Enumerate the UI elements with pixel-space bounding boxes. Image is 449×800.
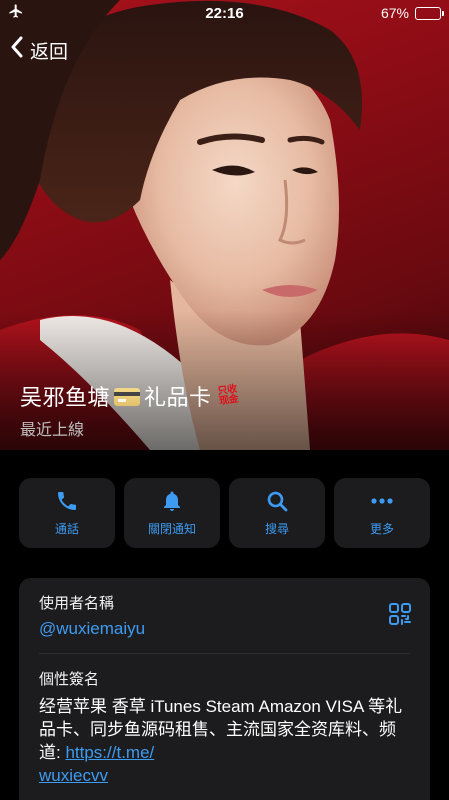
chevron-left-icon xyxy=(10,36,24,64)
more-button-label: 更多 xyxy=(369,522,394,536)
bell-icon xyxy=(160,489,184,513)
profile-header: 吴邪鱼塘 礼品卡 只收现金 最近上線 xyxy=(20,380,240,440)
qr-code-button[interactable] xyxy=(388,602,412,631)
mute-button-label: 關閉通知 xyxy=(147,522,196,536)
battery-icon xyxy=(415,6,444,20)
more-button[interactable]: 更多 xyxy=(334,478,430,548)
profile-name: 吴邪鱼塘 礼品卡 只收现金 xyxy=(20,380,240,412)
action-row: 通話 關閉通知 搜尋 更多 xyxy=(19,478,430,548)
profile-name-text: 吴邪鱼塘 xyxy=(20,385,111,410)
mute-button[interactable]: 關閉通知 xyxy=(124,478,220,548)
airplane-icon xyxy=(8,3,24,23)
credit-card-icon xyxy=(114,388,141,406)
back-button[interactable]: 返回 xyxy=(10,36,68,64)
more-icon xyxy=(369,489,395,513)
search-icon xyxy=(265,489,289,513)
qr-code-icon xyxy=(388,603,412,630)
call-button[interactable]: 通話 xyxy=(19,478,115,548)
bio-link-line2: wuxiecvv xyxy=(39,766,108,785)
bio-label: 個性簽名 xyxy=(39,671,100,688)
cash-only-sticker: 只收现金 xyxy=(216,383,239,408)
call-button-label: 通話 xyxy=(54,522,79,536)
battery-percent: 67% xyxy=(380,5,409,21)
search-button[interactable]: 搜尋 xyxy=(229,478,325,548)
divider xyxy=(39,653,410,654)
battery-indicator: 67% xyxy=(380,5,444,21)
last-seen-status: 最近上線 xyxy=(20,422,85,439)
username-label: 使用者名稱 xyxy=(39,595,115,612)
status-bar: 22:16 67% xyxy=(0,0,449,26)
bio-link-line1: https://t.me/ xyxy=(65,743,155,762)
search-button-label: 搜尋 xyxy=(264,522,289,536)
profile-name-suffix: 礼品卡 xyxy=(144,385,212,410)
phone-icon xyxy=(55,489,79,513)
username-value[interactable]: @wuxiemaiyu xyxy=(39,619,410,639)
back-label: 返回 xyxy=(30,41,69,63)
info-card: 使用者名稱 @wuxiemaiyu 個性簽名 经营苹果 香草 iTunes St… xyxy=(19,578,430,800)
bio-text: 经营苹果 香草 iTunes Steam Amazon VISA 等礼品卡、同步… xyxy=(39,695,410,787)
